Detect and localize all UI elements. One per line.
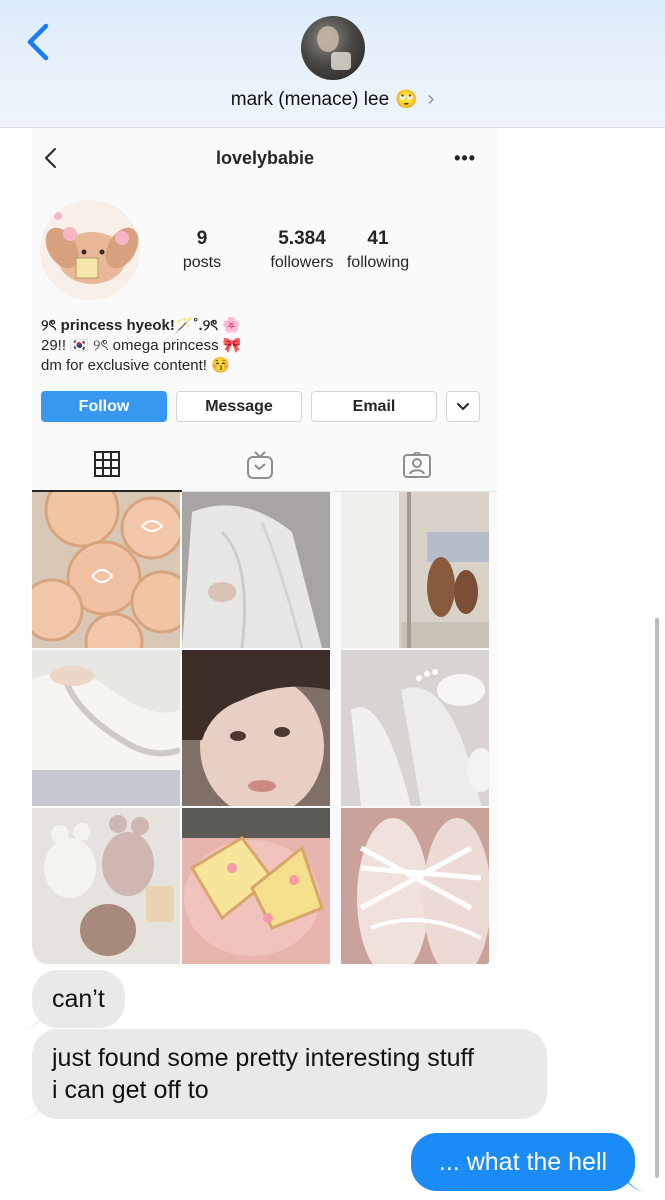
bio-name: ୨ৎ princess hyeok!🪄˚.୨ৎ 🌸 (41, 317, 242, 334)
outgoing-message[interactable]: ... what the hell (411, 1133, 635, 1191)
post-grid (32, 492, 498, 966)
stat-followers[interactable]: 5.384 followers (252, 228, 352, 272)
post-thumbnail[interactable] (341, 808, 489, 964)
contact-name-row[interactable]: mark (menace) lee 🙄 › (0, 88, 665, 111)
profile-actions: Follow Message Email (41, 391, 481, 423)
post-thumbnail[interactable] (182, 808, 330, 964)
grid-icon (94, 451, 120, 477)
back-button[interactable] (22, 22, 54, 62)
bubble-tail (624, 1170, 644, 1192)
stat-following[interactable]: 41 following (340, 228, 416, 272)
tab-tagged[interactable] (342, 438, 492, 492)
message-button[interactable]: Message (176, 391, 302, 422)
post-thumbnail[interactable] (32, 492, 180, 648)
bio-line: dm for exclusive content! 😚 (41, 357, 230, 374)
post-thumbnail[interactable] (182, 650, 330, 806)
igtv-icon (247, 451, 273, 479)
tagged-icon (403, 452, 431, 478)
suggested-dropdown-button[interactable] (446, 391, 480, 422)
contact-name: mark (menace) lee (230, 88, 390, 110)
profile-username: lovelybabie (215, 148, 315, 168)
scrollbar[interactable] (655, 618, 659, 1178)
email-button[interactable]: Email (311, 391, 437, 422)
incoming-message[interactable]: just found some pretty interesting stuff… (32, 1029, 547, 1119)
chevron-right-icon: › (427, 88, 435, 110)
instagram-profile-screenshot[interactable]: lovelybabie ••• 9 posts 5.384 followers … (32, 128, 498, 966)
chevron-left-icon (27, 23, 49, 61)
post-thumbnail[interactable] (341, 650, 489, 806)
post-thumbnail[interactable] (341, 492, 489, 648)
tab-grid[interactable] (32, 438, 182, 492)
profile-bio: ୨ৎ princess hyeok!🪄˚.୨ৎ 🌸 29!! 🇰🇷 ୨ৎ ome… (41, 316, 481, 376)
conversation-header: mark (menace) lee 🙄 › (0, 0, 665, 128)
post-thumbnail[interactable] (32, 808, 180, 964)
bio-line: 29!! 🇰🇷 ୨ৎ omega princess 🎀 (41, 337, 242, 354)
stat-posts[interactable]: 9 posts (172, 228, 232, 272)
post-thumbnail[interactable] (182, 492, 330, 648)
incoming-message[interactable]: can’t (32, 970, 125, 1028)
profile-avatar (40, 200, 140, 300)
chevron-down-icon (457, 402, 469, 410)
contact-emoji: 🙄 (395, 89, 418, 109)
post-thumbnail[interactable] (32, 650, 180, 806)
profile-tabs (32, 438, 498, 492)
more-options-icon: ••• (454, 148, 476, 168)
tab-igtv[interactable] (185, 438, 335, 492)
follow-button[interactable]: Follow (41, 391, 167, 422)
contact-avatar[interactable] (301, 16, 365, 80)
